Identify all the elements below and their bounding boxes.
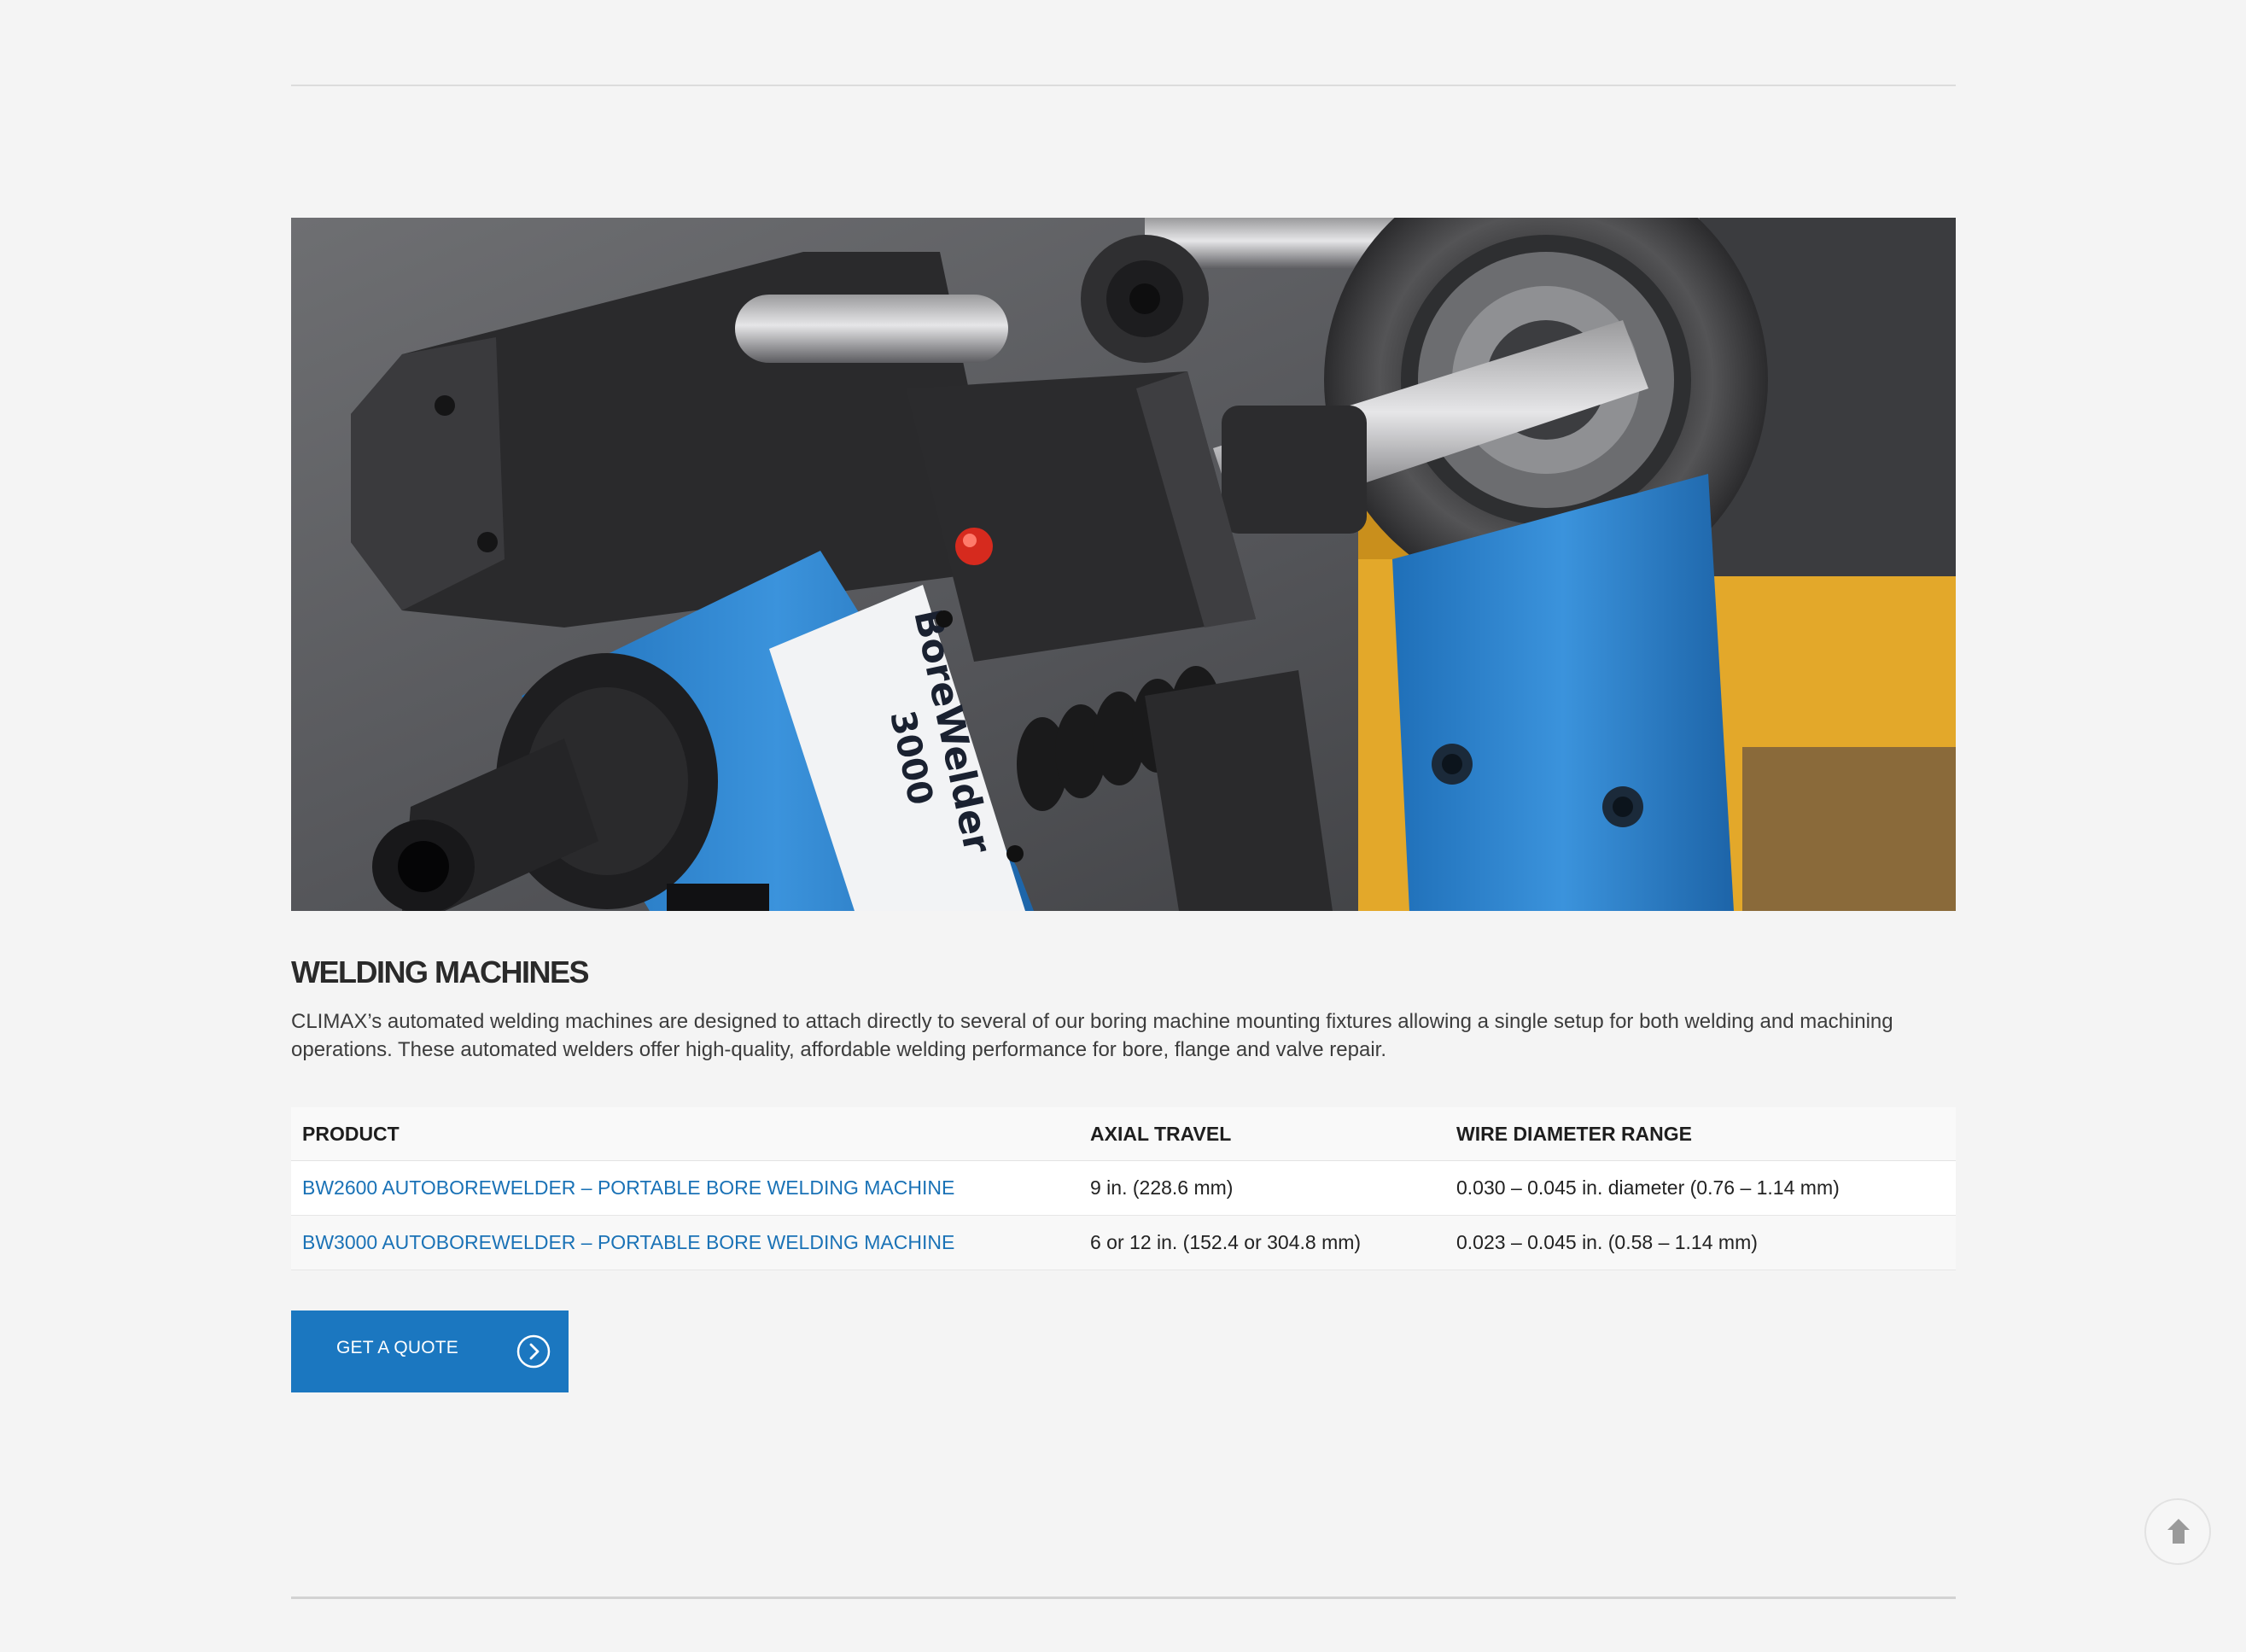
product-specs-table: PRODUCT AXIAL TRAVEL WIRE DIAMETER RANGE… xyxy=(291,1107,1956,1270)
table-row: BW2600 AUTOBOREWELDER – PORTABLE BORE WE… xyxy=(291,1160,1956,1216)
section-description: CLIMAX’s automated welding machines are … xyxy=(291,1010,1893,1061)
wire-diameter-cell: 0.023 – 0.045 in. (0.58 – 1.14 mm) xyxy=(1445,1215,1956,1270)
axial-travel-cell: 6 or 12 in. (152.4 or 304.8 mm) xyxy=(1079,1215,1445,1270)
column-header-wire-diameter: WIRE DIAMETER RANGE xyxy=(1445,1107,1956,1161)
product-cell: BW3000 AUTOBOREWELDER – PORTABLE BORE WE… xyxy=(291,1215,1079,1270)
column-header-product: PRODUCT xyxy=(291,1107,1079,1161)
get-a-quote-button[interactable]: GET A QUOTE xyxy=(291,1311,569,1392)
product-link-bw3000[interactable]: BW3000 AUTOBOREWELDER – PORTABLE BORE WE… xyxy=(302,1231,954,1253)
table-header-row: PRODUCT AXIAL TRAVEL WIRE DIAMETER RANGE xyxy=(291,1107,1956,1161)
borewelder-photo: BoreWelder 3000 xyxy=(291,218,1956,911)
arrow-up-icon xyxy=(2167,1519,2190,1544)
scroll-to-top-button[interactable] xyxy=(2144,1498,2211,1565)
page-title: WELDING MACHINES xyxy=(291,954,590,989)
column-header-axial-travel: AXIAL TRAVEL xyxy=(1079,1107,1445,1161)
product-cell: BW2600 AUTOBOREWELDER – PORTABLE BORE WE… xyxy=(291,1160,1079,1216)
bottom-divider xyxy=(291,1597,1956,1599)
hero-image: BoreWelder 3000 xyxy=(291,218,1956,911)
top-divider xyxy=(291,85,1956,86)
product-link-bw2600[interactable]: BW2600 AUTOBOREWELDER – PORTABLE BORE WE… xyxy=(302,1176,954,1199)
get-a-quote-label: GET A QUOTE xyxy=(336,1338,459,1357)
axial-travel-cell: 9 in. (228.6 mm) xyxy=(1079,1160,1445,1216)
chevron-right-circle-icon xyxy=(516,1334,551,1369)
wire-diameter-cell: 0.030 – 0.045 in. diameter (0.76 – 1.14 … xyxy=(1445,1160,1956,1216)
table-row: BW3000 AUTOBOREWELDER – PORTABLE BORE WE… xyxy=(291,1215,1956,1270)
